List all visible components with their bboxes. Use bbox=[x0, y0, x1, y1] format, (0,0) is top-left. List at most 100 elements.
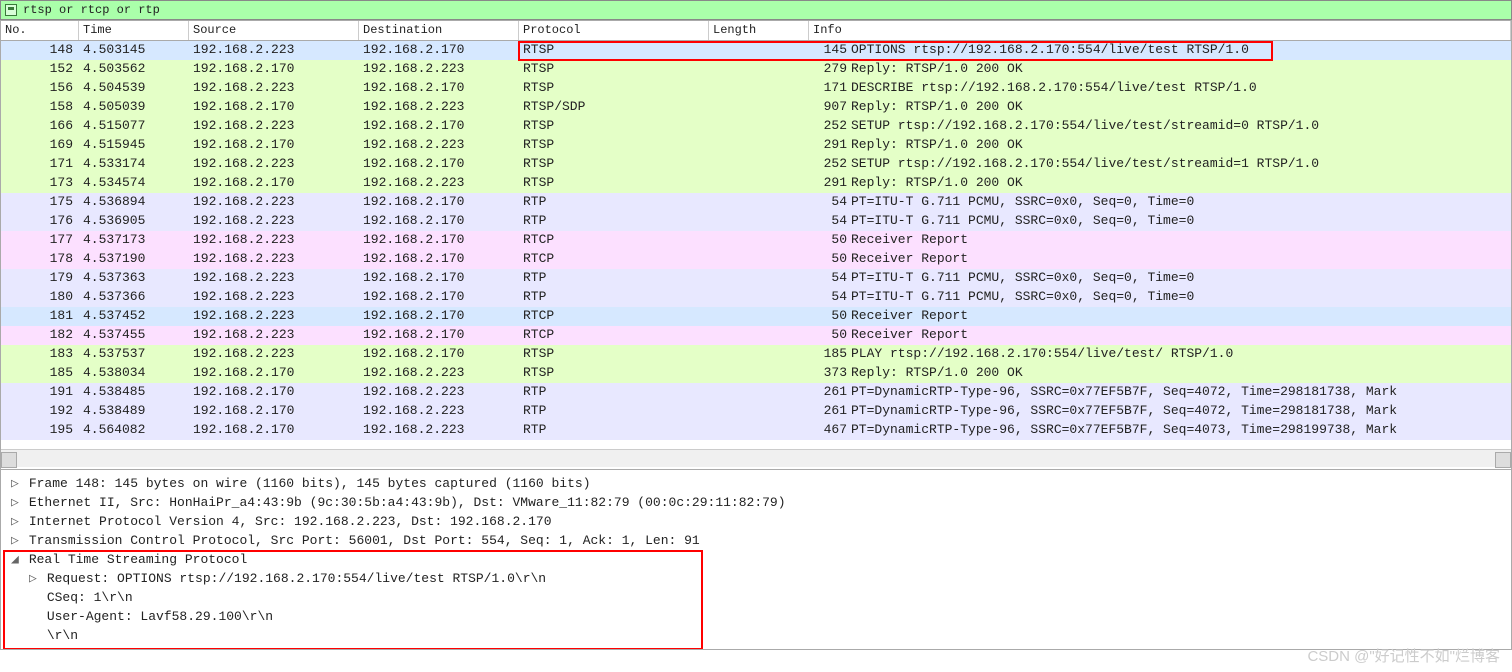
packet-row[interactable]: 1924.538489192.168.2.170192.168.2.223RTP… bbox=[1, 402, 1511, 421]
cell-source: 192.168.2.170 bbox=[189, 98, 359, 117]
cell-destination: 192.168.2.223 bbox=[359, 174, 519, 193]
detail-tree-line[interactable]: CSeq: 1\r\n bbox=[7, 588, 1505, 607]
cell-source: 192.168.2.223 bbox=[189, 41, 359, 60]
detail-tree-line[interactable]: User-Agent: Lavf58.29.100\r\n bbox=[7, 607, 1505, 626]
packet-row[interactable]: 1734.534574192.168.2.170192.168.2.223RTS… bbox=[1, 174, 1511, 193]
packet-row[interactable]: 1814.537452192.168.2.223192.168.2.170RTC… bbox=[1, 307, 1511, 326]
packet-list-body[interactable]: 1484.503145192.168.2.223192.168.2.170RTS… bbox=[1, 41, 1511, 449]
packet-list-pane: No. Time Source Destination Protocol Len… bbox=[0, 20, 1512, 470]
cell-source: 192.168.2.223 bbox=[189, 193, 359, 212]
cell-destination: 192.168.2.223 bbox=[359, 60, 519, 79]
display-filter-bar[interactable] bbox=[0, 0, 1512, 20]
cell-protocol: RTSP/SDP bbox=[519, 98, 709, 117]
cell-info: 50Receiver Report bbox=[809, 326, 1511, 345]
cell-destination: 192.168.2.170 bbox=[359, 117, 519, 136]
cell-source: 192.168.2.170 bbox=[189, 383, 359, 402]
cell-source: 192.168.2.170 bbox=[189, 136, 359, 155]
col-header-no[interactable]: No. bbox=[1, 21, 79, 40]
packet-row[interactable]: 1714.533174192.168.2.223192.168.2.170RTS… bbox=[1, 155, 1511, 174]
packet-details-pane[interactable]: ▷ Frame 148: 145 bytes on wire (1160 bit… bbox=[0, 470, 1512, 650]
detail-text: Ethernet II, Src: HonHaiPr_a4:43:9b (9c:… bbox=[29, 495, 786, 510]
col-header-length[interactable]: Length bbox=[709, 21, 809, 40]
cell-time: 4.538485 bbox=[79, 383, 189, 402]
packet-row[interactable]: 1854.538034192.168.2.170192.168.2.223RTS… bbox=[1, 364, 1511, 383]
cell-source: 192.168.2.223 bbox=[189, 117, 359, 136]
packet-row[interactable]: 1754.536894192.168.2.223192.168.2.170RTP… bbox=[1, 193, 1511, 212]
cell-info: 145OPTIONS rtsp://192.168.2.170:554/live… bbox=[809, 41, 1511, 60]
cell-no: 183 bbox=[1, 345, 79, 364]
cell-protocol: RTCP bbox=[519, 250, 709, 269]
cell-destination: 192.168.2.223 bbox=[359, 98, 519, 117]
packet-row[interactable]: 1694.515945192.168.2.170192.168.2.223RTS… bbox=[1, 136, 1511, 155]
cell-no: 171 bbox=[1, 155, 79, 174]
packet-row[interactable]: 1764.536905192.168.2.223192.168.2.170RTP… bbox=[1, 212, 1511, 231]
cell-length bbox=[709, 288, 809, 307]
detail-tree-line[interactable]: ▷ Transmission Control Protocol, Src Por… bbox=[7, 531, 1505, 550]
detail-tree-line[interactable]: ▷ Frame 148: 145 bytes on wire (1160 bit… bbox=[7, 474, 1505, 493]
cell-no: 175 bbox=[1, 193, 79, 212]
packet-row[interactable]: 1584.505039192.168.2.170192.168.2.223RTS… bbox=[1, 98, 1511, 117]
cell-time: 4.505039 bbox=[79, 98, 189, 117]
packet-row[interactable]: 1914.538485192.168.2.170192.168.2.223RTP… bbox=[1, 383, 1511, 402]
cell-length bbox=[709, 269, 809, 288]
cell-time: 4.537363 bbox=[79, 269, 189, 288]
display-filter-input[interactable] bbox=[23, 3, 1507, 17]
cell-no: 180 bbox=[1, 288, 79, 307]
cell-destination: 192.168.2.223 bbox=[359, 136, 519, 155]
packet-row[interactable]: 1774.537173192.168.2.223192.168.2.170RTC… bbox=[1, 231, 1511, 250]
horizontal-scrollbar[interactable] bbox=[1, 449, 1511, 467]
cell-protocol: RTSP bbox=[519, 117, 709, 136]
cell-no: 176 bbox=[1, 212, 79, 231]
cell-protocol: RTSP bbox=[519, 174, 709, 193]
packet-row[interactable]: 1524.503562192.168.2.170192.168.2.223RTS… bbox=[1, 60, 1511, 79]
cell-length bbox=[709, 250, 809, 269]
detail-tree-line[interactable]: ▷ Ethernet II, Src: HonHaiPr_a4:43:9b (9… bbox=[7, 493, 1505, 512]
tree-expand-icon[interactable]: ◢ bbox=[11, 550, 21, 569]
cell-length bbox=[709, 212, 809, 231]
detail-text: Real Time Streaming Protocol bbox=[29, 552, 247, 567]
cell-time: 4.564082 bbox=[79, 421, 189, 440]
cell-destination: 192.168.2.170 bbox=[359, 307, 519, 326]
packet-row[interactable]: 1824.537455192.168.2.223192.168.2.170RTC… bbox=[1, 326, 1511, 345]
cell-no: 152 bbox=[1, 60, 79, 79]
tree-expand-icon[interactable]: ▷ bbox=[11, 531, 21, 550]
cell-protocol: RTCP bbox=[519, 231, 709, 250]
packet-list-header[interactable]: No. Time Source Destination Protocol Len… bbox=[1, 21, 1511, 41]
cell-protocol: RTP bbox=[519, 288, 709, 307]
packet-row[interactable]: 1804.537366192.168.2.223192.168.2.170RTP… bbox=[1, 288, 1511, 307]
cell-destination: 192.168.2.170 bbox=[359, 193, 519, 212]
col-header-destination[interactable]: Destination bbox=[359, 21, 519, 40]
packet-row[interactable]: 1484.503145192.168.2.223192.168.2.170RTS… bbox=[1, 41, 1511, 60]
cell-protocol: RTP bbox=[519, 212, 709, 231]
cell-time: 4.537190 bbox=[79, 250, 189, 269]
packet-row[interactable]: 1564.504539192.168.2.223192.168.2.170RTS… bbox=[1, 79, 1511, 98]
cell-time: 4.537452 bbox=[79, 307, 189, 326]
cell-length bbox=[709, 402, 809, 421]
cell-protocol: RTSP bbox=[519, 60, 709, 79]
tree-expand-icon[interactable]: ▷ bbox=[11, 474, 21, 493]
col-header-time[interactable]: Time bbox=[79, 21, 189, 40]
tree-expand-icon[interactable]: ▷ bbox=[11, 512, 21, 531]
packet-row[interactable]: 1834.537537192.168.2.223192.168.2.170RTS… bbox=[1, 345, 1511, 364]
cell-destination: 192.168.2.223 bbox=[359, 421, 519, 440]
detail-tree-line[interactable]: ▷ Request: OPTIONS rtsp://192.168.2.170:… bbox=[7, 569, 1505, 588]
cell-time: 4.515077 bbox=[79, 117, 189, 136]
tree-expand-icon[interactable]: ▷ bbox=[11, 493, 21, 512]
col-header-protocol[interactable]: Protocol bbox=[519, 21, 709, 40]
cell-length bbox=[709, 79, 809, 98]
packet-row[interactable]: 1664.515077192.168.2.223192.168.2.170RTS… bbox=[1, 117, 1511, 136]
detail-tree-line[interactable]: ◢ Real Time Streaming Protocol bbox=[7, 550, 1505, 569]
packet-row[interactable]: 1784.537190192.168.2.223192.168.2.170RTC… bbox=[1, 250, 1511, 269]
cell-info: 373Reply: RTSP/1.0 200 OK bbox=[809, 364, 1511, 383]
col-header-info[interactable]: Info bbox=[809, 21, 1511, 40]
col-header-source[interactable]: Source bbox=[189, 21, 359, 40]
cell-protocol: RTSP bbox=[519, 79, 709, 98]
cell-source: 192.168.2.223 bbox=[189, 79, 359, 98]
detail-tree-line[interactable]: \r\n bbox=[7, 626, 1505, 645]
packet-row[interactable]: 1794.537363192.168.2.223192.168.2.170RTP… bbox=[1, 269, 1511, 288]
detail-tree-line[interactable]: ▷ Internet Protocol Version 4, Src: 192.… bbox=[7, 512, 1505, 531]
cell-length bbox=[709, 231, 809, 250]
cell-info: 171DESCRIBE rtsp://192.168.2.170:554/liv… bbox=[809, 79, 1511, 98]
packet-row[interactable]: 1954.564082192.168.2.170192.168.2.223RTP… bbox=[1, 421, 1511, 440]
tree-expand-icon[interactable]: ▷ bbox=[29, 569, 39, 588]
